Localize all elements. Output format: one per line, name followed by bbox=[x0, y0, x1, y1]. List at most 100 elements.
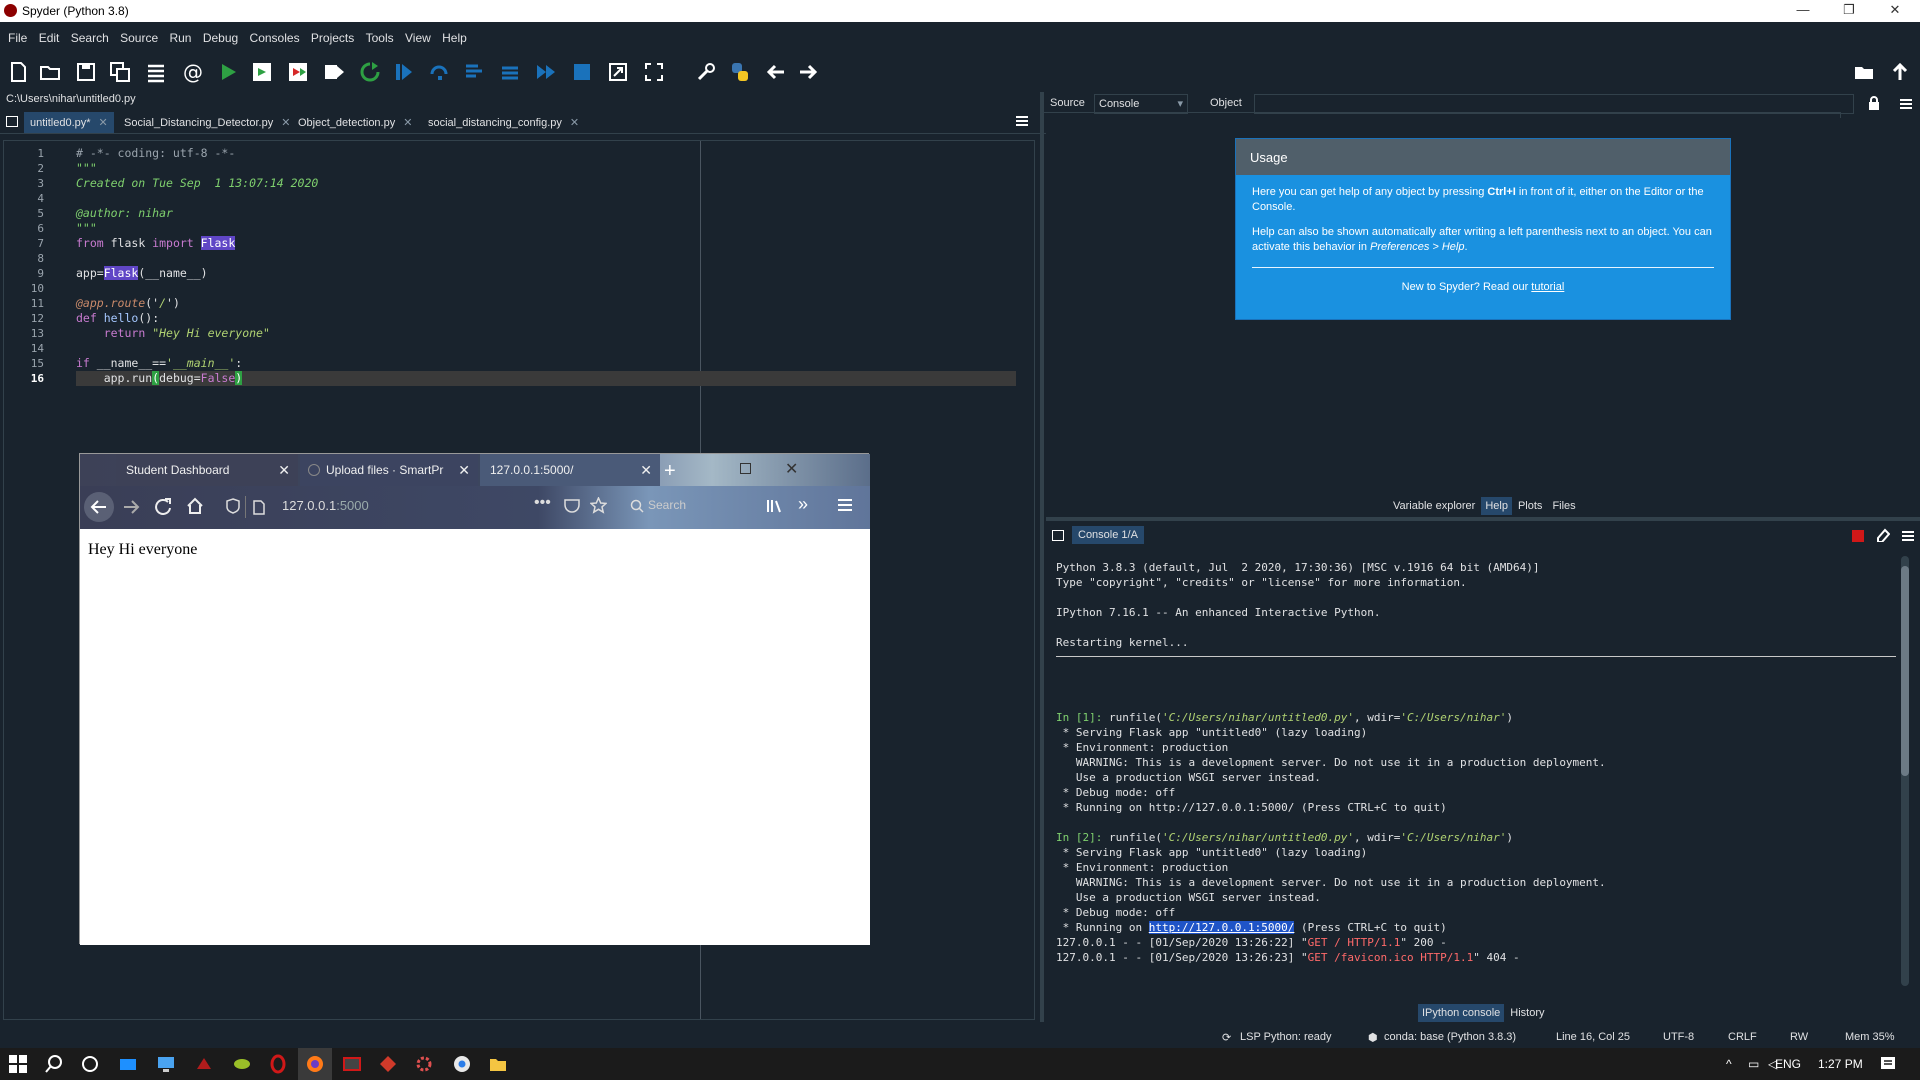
back-arrow-icon[interactable] bbox=[764, 60, 788, 84]
settings-gear-icon[interactable] bbox=[414, 1054, 434, 1074]
tab-console-1a[interactable]: Console 1/A bbox=[1072, 526, 1144, 544]
wrench-icon[interactable] bbox=[694, 60, 718, 84]
ipython-console[interactable]: Python 3.8.3 (default, Jul 2 2020, 17:30… bbox=[1054, 556, 1896, 996]
source-select[interactable]: Console ▾ bbox=[1094, 94, 1188, 114]
menu-search[interactable]: Search bbox=[67, 22, 113, 45]
run-cell-icon[interactable] bbox=[250, 60, 274, 84]
console-scrollbar[interactable] bbox=[1901, 556, 1909, 986]
close-tab-icon[interactable]: ✕ bbox=[640, 462, 652, 479]
interrupt-kernel-icon[interactable] bbox=[1852, 530, 1864, 542]
pane-splitter[interactable] bbox=[1046, 517, 1920, 521]
menu-projects[interactable]: Projects bbox=[307, 22, 358, 45]
menu-debug[interactable]: Debug bbox=[199, 22, 242, 45]
list-icon[interactable] bbox=[144, 60, 168, 84]
eraser-icon[interactable] bbox=[1876, 528, 1890, 542]
at-icon[interactable]: @ bbox=[180, 60, 204, 84]
menu-view[interactable]: View bbox=[401, 22, 435, 45]
lock-icon[interactable] bbox=[1868, 96, 1880, 110]
debug-icon[interactable] bbox=[392, 60, 416, 84]
search-icon[interactable] bbox=[44, 1054, 64, 1074]
app-icon[interactable] bbox=[342, 1054, 362, 1074]
step-into-icon[interactable] bbox=[462, 60, 486, 84]
file-explorer-icon[interactable] bbox=[488, 1054, 508, 1074]
tab-social-distancing-config[interactable]: social_distancing_config.py ✕ bbox=[422, 112, 586, 133]
stop-debug-icon[interactable] bbox=[570, 60, 594, 84]
input-language[interactable]: ENG bbox=[1775, 1057, 1801, 1071]
menu-file[interactable]: File bbox=[0, 22, 31, 45]
editor-options-icon[interactable] bbox=[1016, 115, 1028, 127]
notifications-icon[interactable] bbox=[1878, 1054, 1898, 1074]
monitor-icon[interactable] bbox=[156, 1054, 176, 1074]
close-tab-icon[interactable]: ✕ bbox=[99, 117, 108, 129]
reload-icon[interactable] bbox=[154, 497, 172, 515]
tab-plots[interactable]: Plots bbox=[1513, 497, 1547, 515]
server-url-link[interactable]: http://127.0.0.1:5000/ bbox=[1148, 921, 1295, 934]
network-icon[interactable]: ▭ bbox=[1748, 1057, 1759, 1071]
library-icon[interactable] bbox=[766, 498, 782, 514]
menu-help[interactable]: Help bbox=[438, 22, 471, 45]
menu-edit[interactable]: Edit bbox=[35, 22, 64, 45]
forward-arrow-icon[interactable] bbox=[796, 60, 820, 84]
browser-close-icon[interactable]: ✕ bbox=[785, 459, 798, 479]
windows-start-icon[interactable] bbox=[8, 1054, 28, 1074]
bookmark-star-icon[interactable] bbox=[590, 497, 607, 514]
browse-tabs-icon[interactable] bbox=[1052, 530, 1064, 541]
clock[interactable]: 1:27 PM bbox=[1818, 1057, 1863, 1071]
tracking-shield-icon[interactable] bbox=[226, 498, 240, 514]
main-splitter[interactable] bbox=[1040, 92, 1044, 1022]
tab-untitled0[interactable]: untitled0.py* ✕ bbox=[24, 112, 114, 133]
close-tab-icon[interactable]: ✕ bbox=[278, 462, 290, 479]
close-tab-icon[interactable]: ✕ bbox=[570, 117, 579, 129]
maximize-pane-icon[interactable] bbox=[606, 60, 630, 84]
hamburger-menu-icon[interactable] bbox=[837, 498, 853, 512]
tab-history[interactable]: History bbox=[1506, 1004, 1549, 1022]
app-red-icon[interactable] bbox=[194, 1054, 214, 1074]
step-return-icon[interactable] bbox=[498, 60, 522, 84]
menu-tools[interactable]: Tools bbox=[362, 22, 398, 45]
menu-run[interactable]: Run bbox=[165, 22, 195, 45]
object-input[interactable] bbox=[1254, 94, 1854, 114]
minimize-button[interactable]: — bbox=[1780, 0, 1826, 22]
save-all-icon[interactable] bbox=[108, 60, 132, 84]
parent-dir-arrow-icon[interactable] bbox=[1888, 60, 1912, 84]
close-tab-icon[interactable]: ✕ bbox=[281, 117, 290, 129]
page-actions-icon[interactable]: ••• bbox=[534, 494, 551, 512]
browser-maximize-icon[interactable] bbox=[740, 463, 751, 474]
browser-tab-upload-files[interactable]: Upload files · SmartPr ✕ bbox=[300, 454, 478, 486]
mail-icon[interactable] bbox=[118, 1054, 138, 1074]
app-green-icon[interactable] bbox=[232, 1054, 252, 1074]
help-options-icon[interactable] bbox=[1900, 98, 1912, 110]
step-icon[interactable] bbox=[428, 60, 452, 84]
tutorial-link[interactable]: tutorial bbox=[1531, 281, 1564, 293]
run-icon[interactable] bbox=[216, 60, 240, 84]
new-file-icon[interactable] bbox=[6, 60, 30, 84]
menu-source[interactable]: Source bbox=[116, 22, 162, 45]
close-button[interactable]: ✕ bbox=[1872, 0, 1918, 22]
browser-tab-student-dashboard[interactable]: Student Dashboard ✕ bbox=[116, 454, 298, 486]
fullscreen-icon[interactable] bbox=[642, 60, 666, 84]
continue-icon[interactable] bbox=[534, 60, 558, 84]
browser-tab-localhost[interactable]: 127.0.0.1:5000/ ✕ bbox=[480, 454, 660, 486]
scrollbar-thumb[interactable] bbox=[1901, 566, 1909, 776]
browser-search-input[interactable]: Search bbox=[648, 498, 686, 512]
run-selection-icon[interactable] bbox=[322, 60, 346, 84]
python-path-icon[interactable] bbox=[728, 60, 752, 84]
firefox-taskbar-button[interactable] bbox=[298, 1048, 332, 1080]
new-tab-icon[interactable]: + bbox=[664, 460, 676, 483]
close-tab-icon[interactable]: ✕ bbox=[458, 462, 470, 479]
forward-icon[interactable] bbox=[122, 498, 140, 516]
tab-files[interactable]: Files bbox=[1548, 497, 1580, 515]
tab-social-distancing-detector[interactable]: Social_Distancing_Detector.py ✕ bbox=[118, 112, 297, 133]
overflow-menu-icon[interactable]: » bbox=[798, 494, 808, 515]
open-file-icon[interactable] bbox=[38, 60, 62, 84]
browse-tabs-icon[interactable] bbox=[6, 116, 18, 127]
save-icon[interactable] bbox=[74, 60, 98, 84]
page-info-icon[interactable] bbox=[253, 500, 265, 515]
browse-folder-icon[interactable] bbox=[1852, 60, 1876, 84]
opera-icon[interactable] bbox=[268, 1054, 288, 1074]
rerun-icon[interactable] bbox=[358, 60, 382, 84]
close-tab-icon[interactable]: ✕ bbox=[403, 117, 412, 129]
run-cell-advance-icon[interactable] bbox=[286, 60, 310, 84]
tray-chevron-icon[interactable]: ^ bbox=[1726, 1057, 1732, 1071]
chrome-icon[interactable] bbox=[452, 1054, 472, 1074]
